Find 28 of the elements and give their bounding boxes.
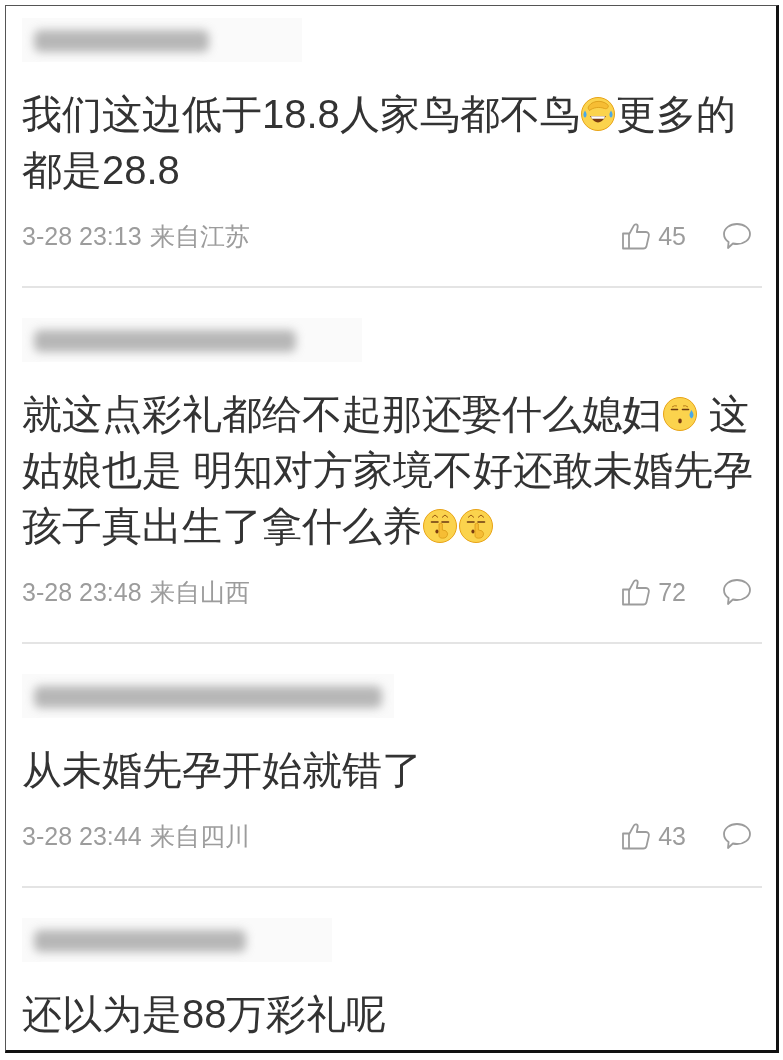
comment-text: 孩子真出生了拿什么养 xyxy=(22,504,422,548)
comment-icon[interactable] xyxy=(722,222,752,250)
shushing-face-icon xyxy=(458,508,494,545)
comment-time: 3-28 23:44 xyxy=(22,821,142,852)
comment-location: 来自四川 xyxy=(149,821,250,852)
shushing-face-icon xyxy=(422,508,458,545)
like-button[interactable]: 45 xyxy=(621,221,686,251)
thumbs-up-icon xyxy=(621,577,652,607)
comment-text: 还以为是88万彩礼呢 xyxy=(22,992,387,1036)
like-button[interactable]: 72 xyxy=(621,577,686,607)
comment-location: 来自江苏 xyxy=(149,221,250,252)
thumbs-up-icon xyxy=(621,221,652,251)
comment-text: 从未婚先孕开始就错了 xyxy=(22,748,422,792)
comment-time: 3-28 23:48 xyxy=(22,577,142,608)
comment-icon[interactable] xyxy=(722,822,752,850)
comment-text: 就这点彩礼都给不起那还娶什么媳妇 xyxy=(22,392,662,436)
thumbs-up-icon xyxy=(621,821,652,851)
comment-text: 姑娘也是 明知对方家境不好还敢未婚先孕 xyxy=(22,448,754,492)
comment-text: 这 xyxy=(708,392,750,436)
sweating-face-icon xyxy=(662,396,698,433)
comment-text: 都是28.8 xyxy=(22,148,180,192)
comment-location: 来自山西 xyxy=(149,577,250,608)
like-button[interactable]: 43 xyxy=(621,821,686,851)
comment-text: 更多的 xyxy=(615,92,736,136)
comment-icon[interactable] xyxy=(722,578,752,606)
comment-time: 3-28 23:13 xyxy=(22,221,142,252)
laughing-crying-face-icon xyxy=(579,96,616,133)
comment-text: 我们这边低于18.8人家鸟都不鸟 xyxy=(22,92,580,136)
